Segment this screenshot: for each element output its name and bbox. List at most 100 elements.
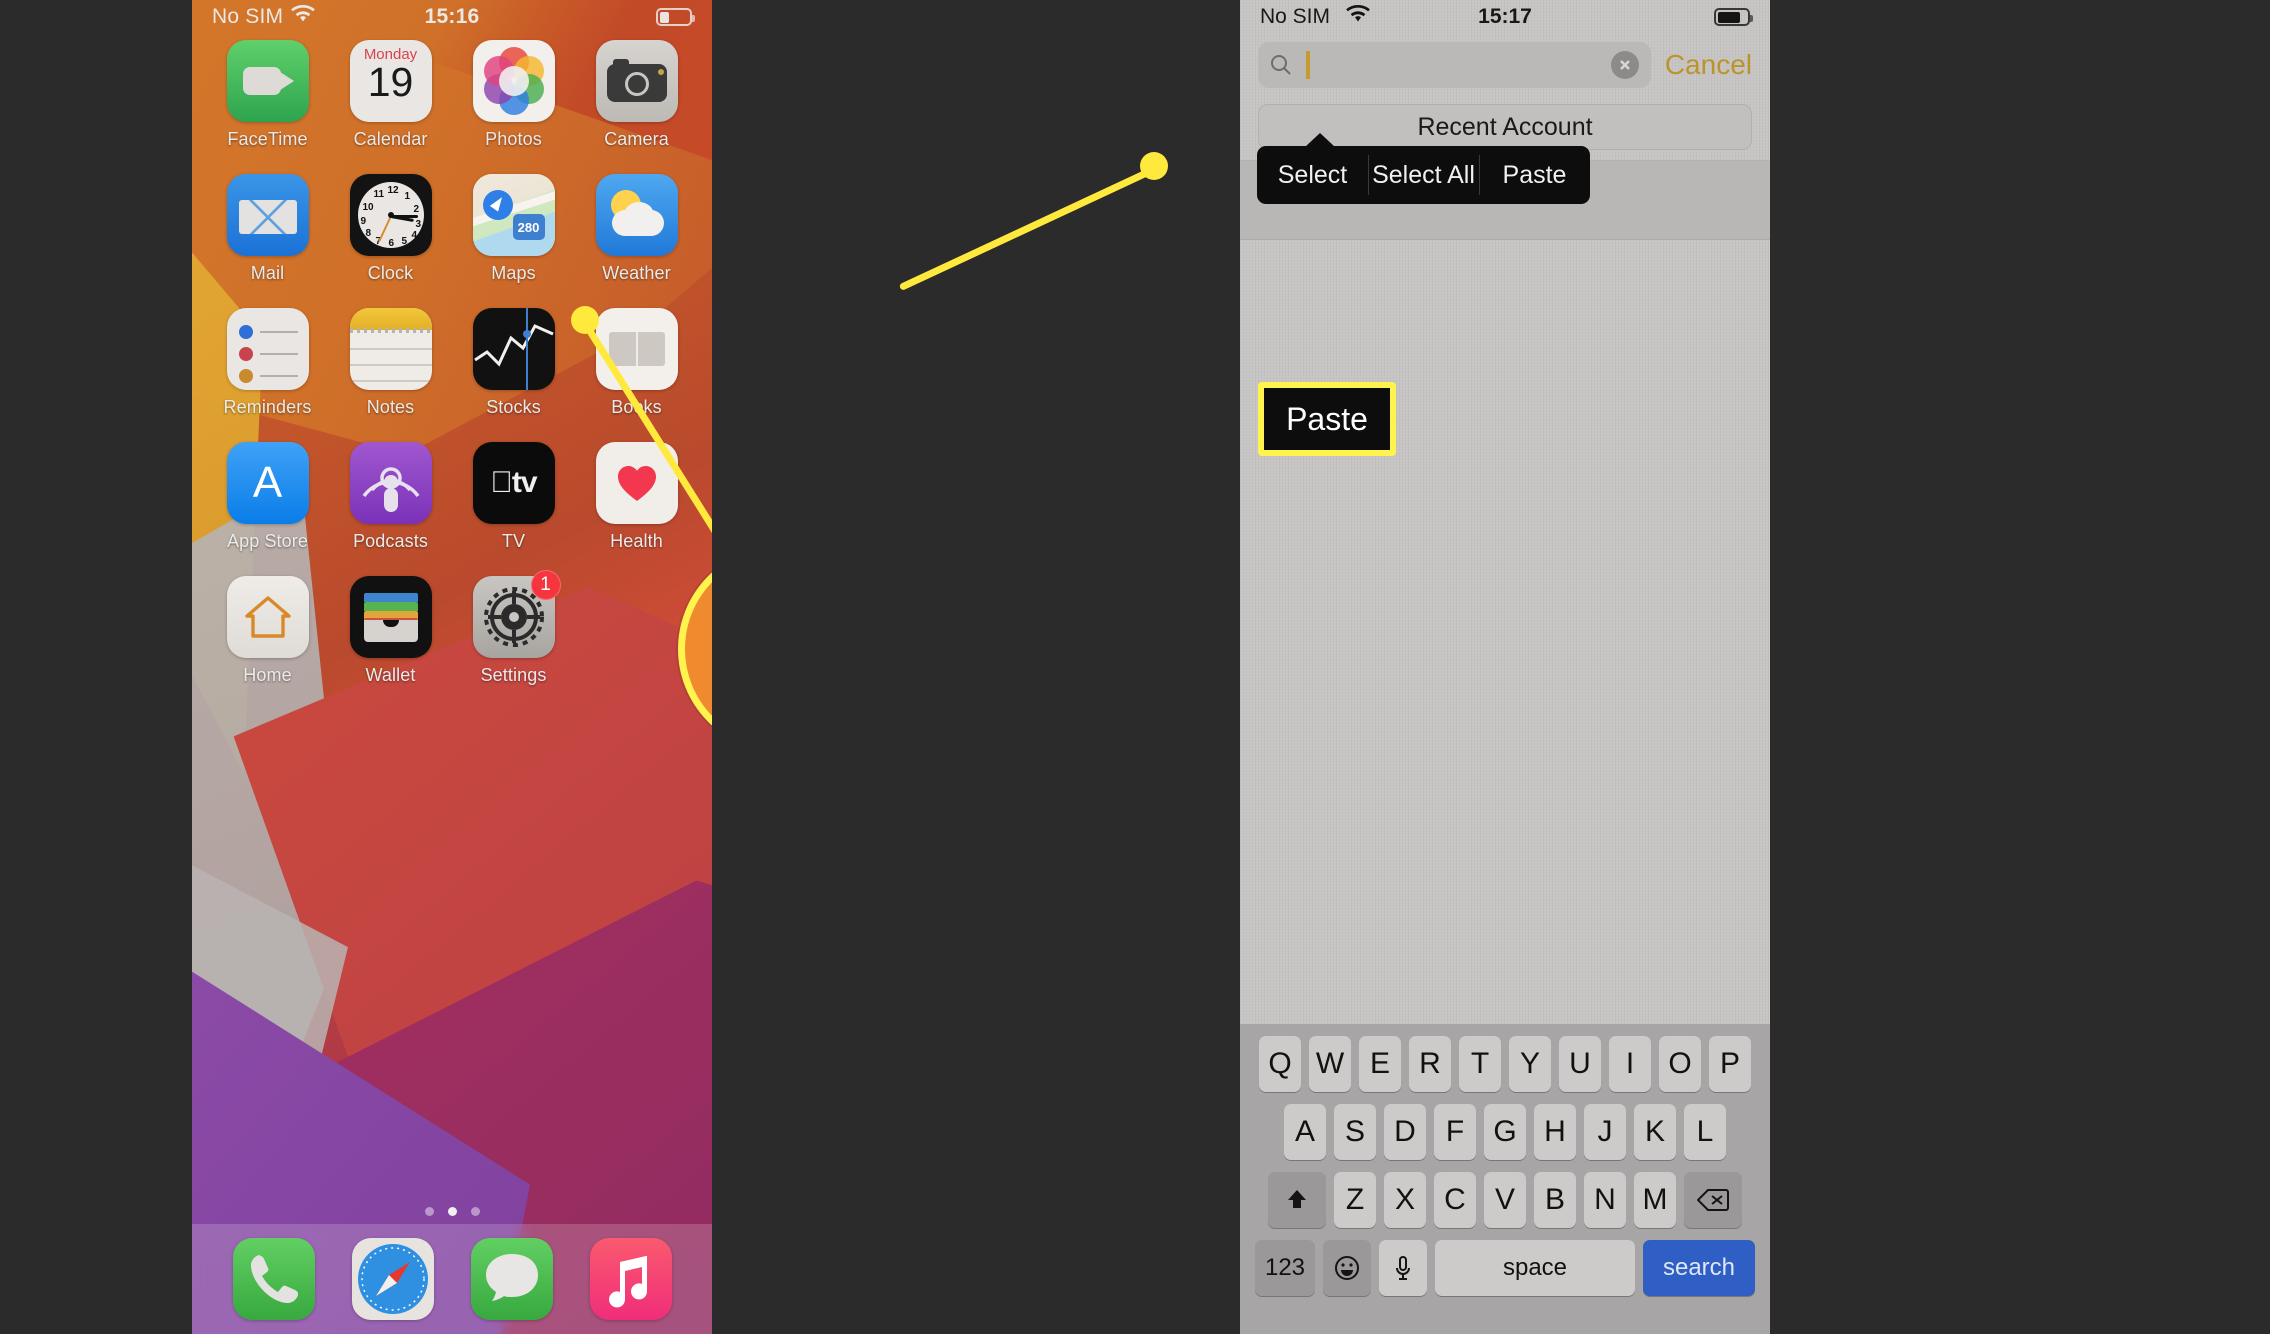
weather-icon xyxy=(595,174,678,256)
app-label: Podcasts xyxy=(353,531,428,551)
battery-low-icon xyxy=(656,8,695,26)
app-icon-photos[interactable]: Photos xyxy=(452,40,575,150)
maps-highway-shield: 280 xyxy=(512,214,545,240)
facetime-icon xyxy=(226,40,309,122)
key-a[interactable]: A xyxy=(1284,1104,1326,1160)
emoji-icon[interactable] xyxy=(1323,1240,1371,1296)
search-key[interactable]: search xyxy=(1643,1240,1755,1296)
app-label: Camera xyxy=(604,129,669,149)
text-cursor xyxy=(1306,51,1310,79)
app-label: TV xyxy=(501,531,526,551)
screenshot-stage: No SIM 15:16 FaceTime Monday 19 Calendar… xyxy=(0,0,2270,1334)
app-icon-tv[interactable]: tv TV xyxy=(452,442,575,552)
key-k[interactable]: K xyxy=(1634,1104,1676,1160)
key-z[interactable]: Z xyxy=(1334,1172,1376,1228)
on-screen-keyboard: Q W E R T Y U I O P A S D F G H J K L Z … xyxy=(1240,1024,1770,1334)
clock-icon: 12 1 2 3 4 5 6 7 8 9 10 11 xyxy=(349,174,432,256)
app-icon-calendar[interactable]: Monday 19 Calendar xyxy=(329,40,452,150)
key-s[interactable]: S xyxy=(1334,1104,1376,1160)
key-i[interactable]: I xyxy=(1609,1036,1651,1092)
key-b[interactable]: B xyxy=(1534,1172,1576,1228)
app-icon-weather[interactable]: Weather xyxy=(575,174,698,284)
key-j[interactable]: J xyxy=(1584,1104,1626,1160)
key-f[interactable]: F xyxy=(1434,1104,1476,1160)
app-icon-mail[interactable]: Mail xyxy=(206,174,329,284)
phone-icon[interactable] xyxy=(232,1238,315,1320)
app-icon-wallet[interactable]: Wallet xyxy=(329,576,452,686)
home-screen-dock xyxy=(192,1224,712,1334)
page-indicator-dots[interactable] xyxy=(192,1207,712,1216)
key-r[interactable]: R xyxy=(1409,1036,1451,1092)
key-w[interactable]: W xyxy=(1309,1036,1351,1092)
app-label: Stocks xyxy=(486,397,541,417)
app-icon-app-store[interactable]: A App Store xyxy=(206,442,329,552)
safari-icon[interactable] xyxy=(351,1238,434,1320)
key-d[interactable]: D xyxy=(1384,1104,1426,1160)
app-label: Maps xyxy=(491,263,536,283)
key-n[interactable]: N xyxy=(1584,1172,1626,1228)
key-y[interactable]: Y xyxy=(1509,1036,1551,1092)
key-q[interactable]: Q xyxy=(1259,1036,1301,1092)
messages-icon[interactable] xyxy=(470,1238,553,1320)
key-p[interactable]: P xyxy=(1709,1036,1751,1092)
app-label: Home xyxy=(243,665,292,685)
key-t[interactable]: T xyxy=(1459,1036,1501,1092)
key-v[interactable]: V xyxy=(1484,1172,1526,1228)
app-icon-home[interactable]: Home xyxy=(206,576,329,686)
app-icon-notes[interactable]: Notes xyxy=(329,308,452,418)
key-l[interactable]: L xyxy=(1684,1104,1726,1160)
app-icon-clock[interactable]: 12 1 2 3 4 5 6 7 8 9 10 11 Clock xyxy=(329,174,452,284)
cancel-button[interactable]: Cancel xyxy=(1661,49,1752,81)
callout-label: Paste xyxy=(1286,400,1368,437)
app-label: Notes xyxy=(366,397,415,417)
app-icon-facetime[interactable]: FaceTime xyxy=(206,40,329,150)
app-icon-podcasts[interactable]: Podcasts xyxy=(329,442,452,552)
notes-icon xyxy=(349,308,432,390)
key-o[interactable]: O xyxy=(1659,1036,1701,1092)
keyboard-row-2: A S D F G H J K L xyxy=(1244,1104,1766,1160)
menu-item-select[interactable]: Select xyxy=(1257,146,1368,204)
app-icon-stocks[interactable]: Stocks xyxy=(452,308,575,418)
calendar-date: 19 xyxy=(367,59,414,105)
mail-icon xyxy=(226,174,309,256)
stocks-icon xyxy=(472,308,555,390)
edit-menu-arrow xyxy=(1305,133,1335,147)
clock-time: 15:17 xyxy=(1478,5,1532,28)
menu-item-paste[interactable]: Paste xyxy=(1479,146,1590,204)
reminders-icon xyxy=(226,308,309,390)
app-label: Clock xyxy=(367,263,414,283)
delete-icon[interactable] xyxy=(1684,1172,1742,1228)
pointer-line-right xyxy=(898,166,1156,292)
clock-time: 15:16 xyxy=(424,5,480,28)
key-x[interactable]: X xyxy=(1384,1172,1426,1228)
search-bar-row: Cancel xyxy=(1240,38,1770,92)
app-label: Reminders xyxy=(223,397,312,417)
search-icon xyxy=(1270,54,1292,76)
app-icon-reminders[interactable]: Reminders xyxy=(206,308,329,418)
key-h[interactable]: H xyxy=(1534,1104,1576,1160)
shift-icon[interactable] xyxy=(1268,1172,1326,1228)
app-label: Calendar xyxy=(353,129,428,149)
search-input[interactable] xyxy=(1258,42,1651,88)
text-edit-menu: Select Select All Paste xyxy=(1257,133,1590,204)
key-m[interactable]: M xyxy=(1634,1172,1676,1228)
menu-item-select-all[interactable]: Select All xyxy=(1368,146,1479,204)
space-key[interactable]: space xyxy=(1435,1240,1635,1296)
app-icon-settings[interactable]: 1 Settings xyxy=(452,570,575,686)
settings-badge: 1 xyxy=(530,570,561,600)
key-u[interactable]: U xyxy=(1559,1036,1601,1092)
app-icon-health[interactable]: Health xyxy=(575,442,698,552)
music-icon[interactable] xyxy=(589,1238,672,1320)
microphone-icon[interactable] xyxy=(1379,1240,1427,1296)
key-e[interactable]: E xyxy=(1359,1036,1401,1092)
key-c[interactable]: C xyxy=(1434,1172,1476,1228)
battery-icon xyxy=(1714,8,1753,26)
app-icon-camera[interactable]: Camera xyxy=(575,40,698,150)
key-g[interactable]: G xyxy=(1484,1104,1526,1160)
numbers-key[interactable]: 123 xyxy=(1255,1240,1315,1296)
paste-callout: Paste xyxy=(1258,382,1396,456)
app-icon-maps[interactable]: 280 Maps xyxy=(452,174,575,284)
app-label: FaceTime xyxy=(227,129,308,149)
home-icon xyxy=(226,576,309,658)
clear-icon[interactable] xyxy=(1610,51,1639,79)
